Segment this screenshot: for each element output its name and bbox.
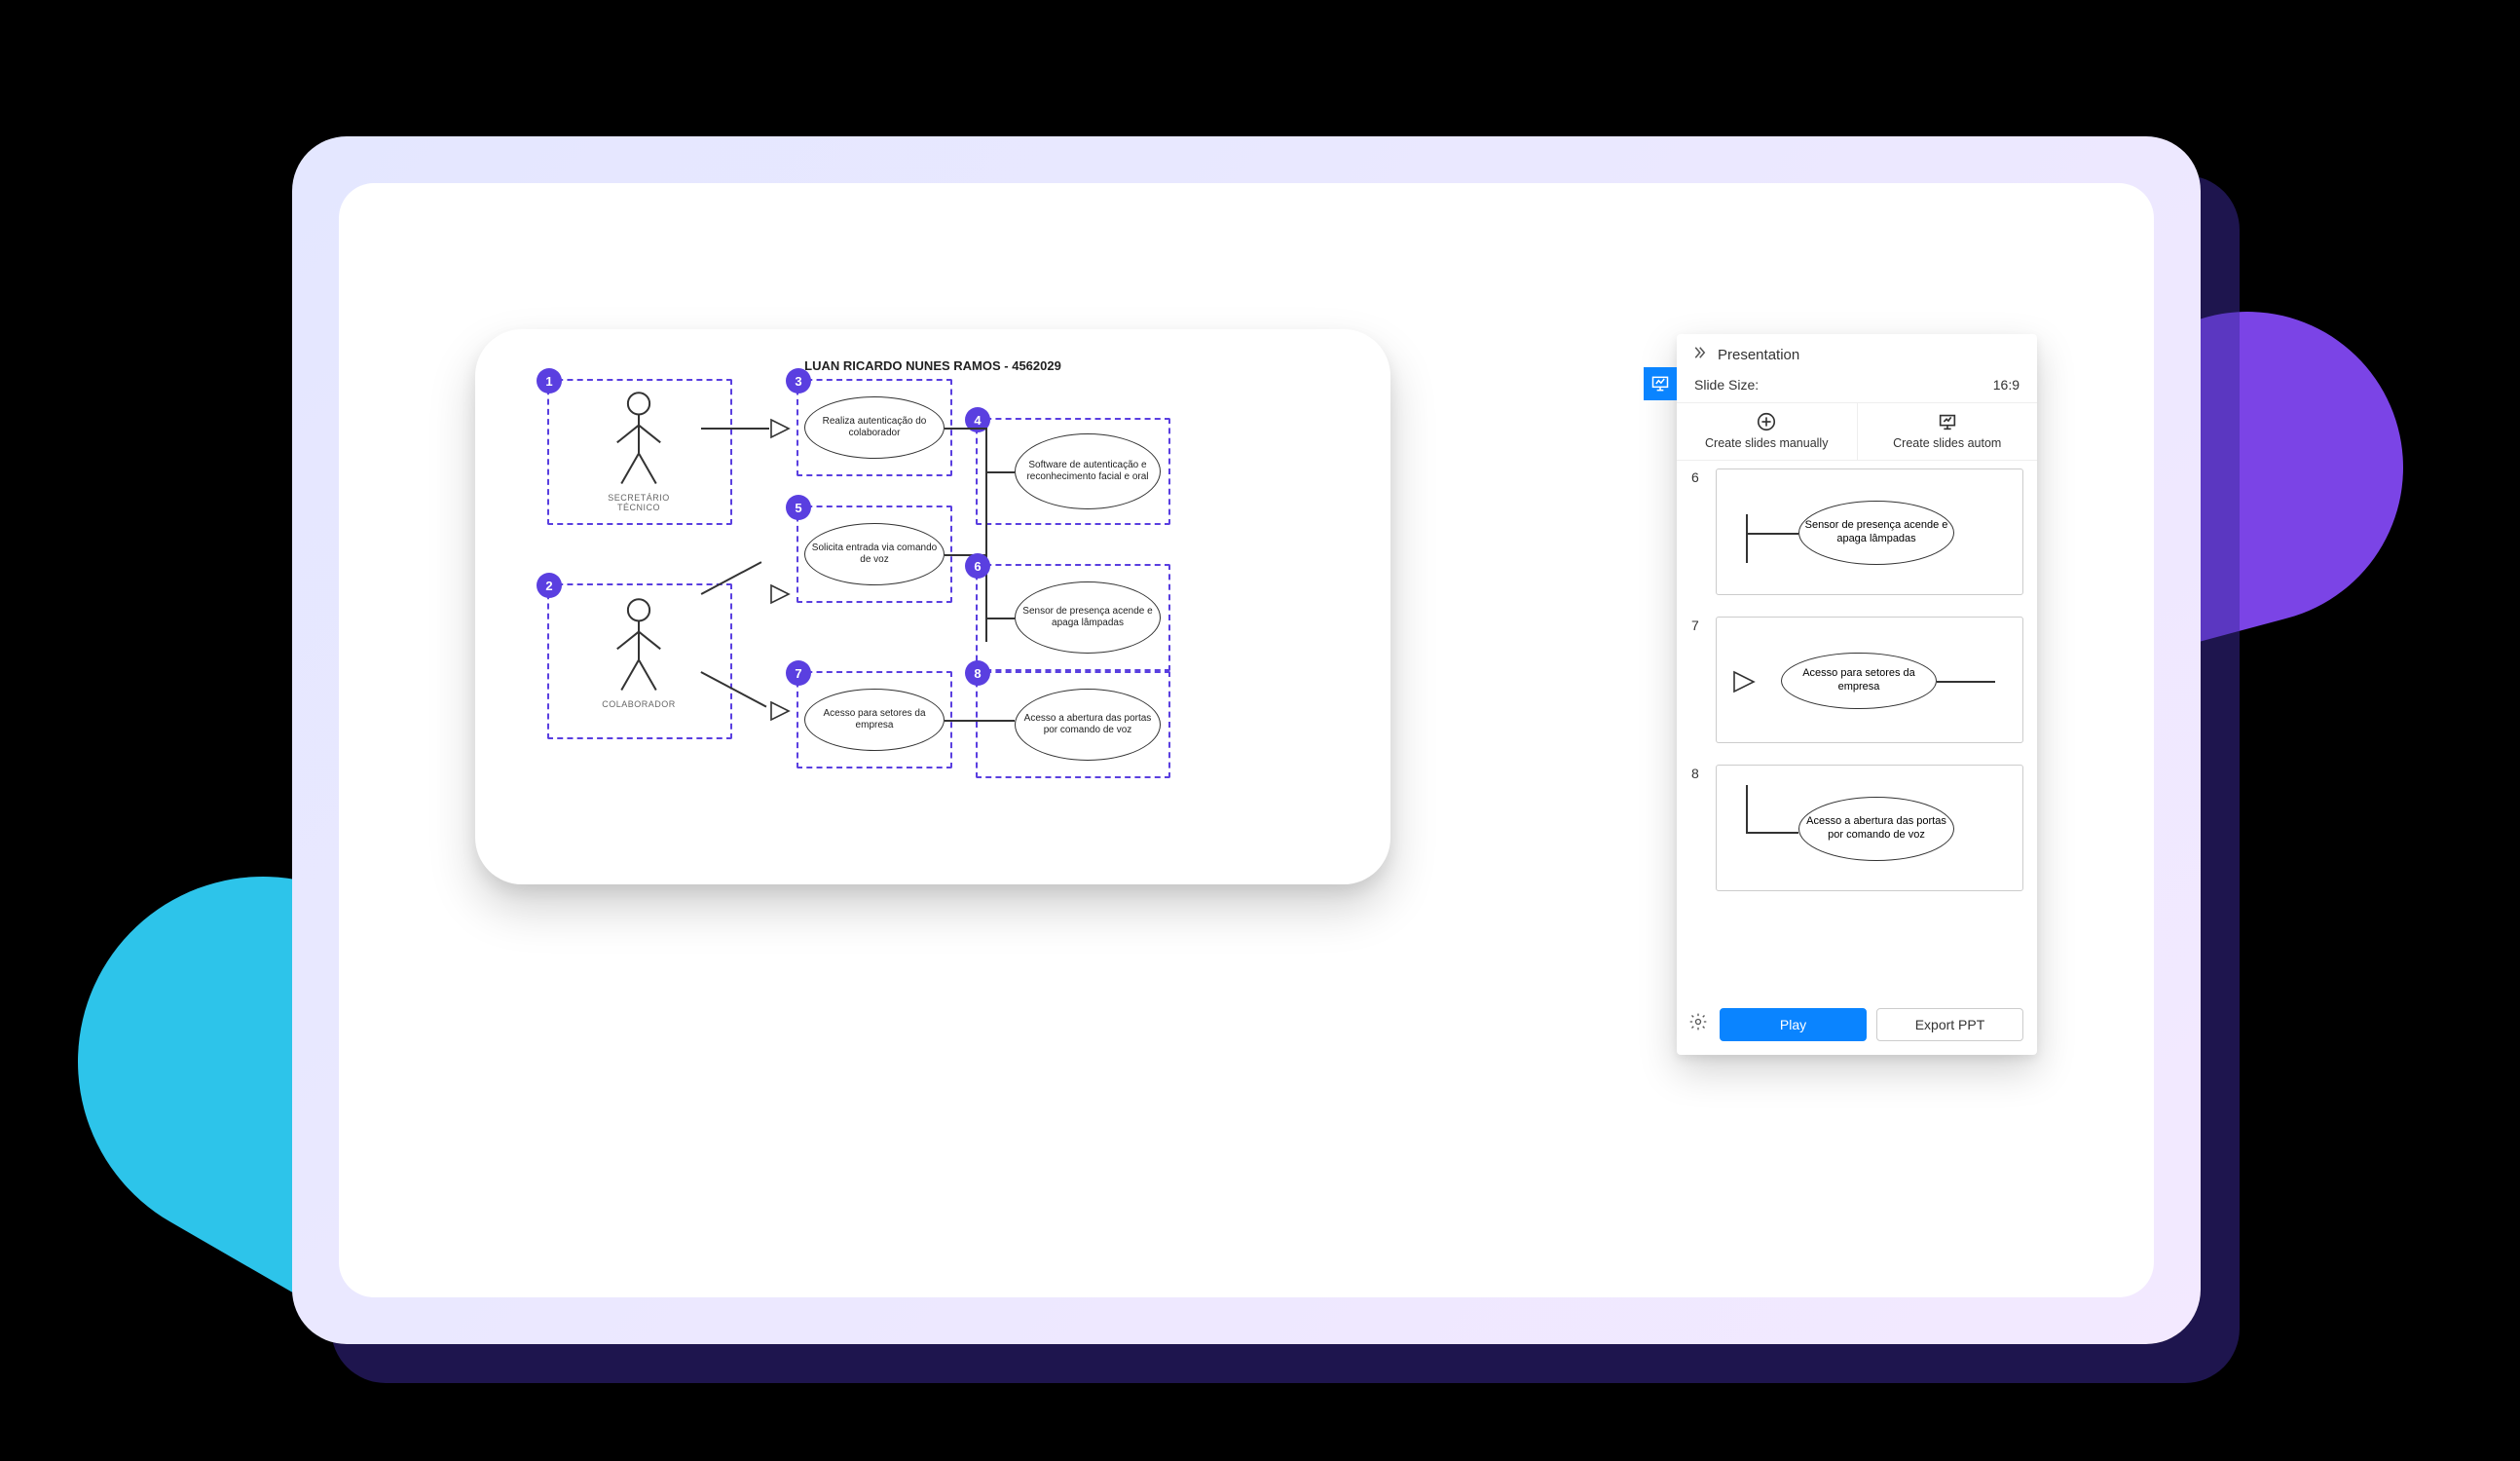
collapse-icon[interactable]: [1690, 344, 1708, 365]
auto-slides-icon: [1937, 411, 1958, 432]
slide-size-label: Slide Size:: [1694, 377, 1759, 393]
connector-3-4-v: [985, 428, 987, 471]
arrow-head-7: [769, 700, 793, 722]
presentation-panel: Presentation Slide Size: 16:9 Create sli…: [1677, 334, 2037, 1055]
thumb-node: Sensor de presença acende e apaga lâmpad…: [1798, 501, 1954, 565]
thumb-node: Acesso para setores da empresa: [1781, 653, 1937, 709]
panel-tab-presentation[interactable]: [1644, 367, 1677, 400]
selection-badge-6: 6: [965, 553, 990, 579]
panel-header: Presentation: [1677, 334, 2037, 371]
connector-3-4-h: [945, 428, 985, 430]
thumb-conn: [1746, 533, 1798, 535]
selection-badge-8: 8: [965, 660, 990, 686]
slide-thumbnails[interactable]: 6 Sensor de presença acende e apaga lâmp…: [1677, 461, 2037, 996]
slide-size-row: Slide Size: 16:9: [1677, 371, 2037, 402]
thumb-node: Acesso a abertura das portas por comando…: [1798, 797, 1954, 861]
diagram-area: 1 SECRETÁRIO TÉCNICO 3 Realiza autentica…: [508, 379, 1357, 856]
slide-size-value[interactable]: 16:9: [1993, 377, 2020, 393]
diagram-canvas[interactable]: LUAN RICARDO NUNES RAMOS - 4562029 1 SEC…: [475, 329, 1390, 884]
node-3[interactable]: Realiza autenticação do colaborador: [804, 396, 945, 459]
node-7[interactable]: Acesso para setores da empresa: [804, 689, 945, 751]
thumb-conn: [1746, 785, 1748, 832]
export-ppt-button[interactable]: Export PPT: [1876, 1008, 2023, 1041]
selection-badge-1: 1: [537, 368, 562, 393]
actor-colaborador[interactable]: COLABORADOR: [590, 597, 687, 733]
selection-badge-7: 7: [786, 660, 811, 686]
actor-label-2: COLABORADOR: [590, 699, 687, 709]
actor-label-1: SECRETÁRIO TÉCNICO: [590, 493, 687, 512]
thumb-conn: [1937, 681, 1995, 683]
arrow-head-5: [769, 583, 793, 605]
create-manual-button[interactable]: Create slides manually: [1677, 403, 1857, 460]
thumb-arrow-head: [1732, 670, 1758, 696]
thumb-conn: [1746, 514, 1748, 563]
slide-thumb-6[interactable]: 6 Sensor de presença acende e apaga lâmp…: [1716, 468, 2023, 595]
slide-thumb-7[interactable]: 7 Acesso para setores da empresa: [1716, 617, 2023, 743]
node-5[interactable]: Solicita entrada via comando de voz: [804, 523, 945, 585]
connector-7-8: [945, 720, 1015, 722]
thumb-conn: [1746, 832, 1798, 834]
arrow-head-1: [769, 418, 793, 439]
connector-3-4-h2: [985, 471, 1015, 473]
selection-badge-5: 5: [786, 495, 811, 520]
panel-actions: Create slides manually Create slides aut…: [1677, 402, 2037, 461]
presentation-icon: [1650, 374, 1670, 393]
panel-title: Presentation: [1718, 347, 1799, 363]
node-4[interactable]: Software de autenticação e reconheciment…: [1015, 433, 1161, 509]
app-screen: LUAN RICARDO NUNES RAMOS - 4562029 1 SEC…: [339, 183, 2154, 1297]
arrow-1: [701, 428, 769, 430]
node-8[interactable]: Acesso a abertura das portas por comando…: [1015, 689, 1161, 761]
node-6[interactable]: Sensor de presença acende e apaga lâmpad…: [1015, 581, 1161, 654]
selection-badge-3: 3: [786, 368, 811, 393]
create-auto-button[interactable]: Create slides autom: [1857, 403, 2038, 460]
slide-thumb-8[interactable]: 8 Acesso a abertura das portas por coman…: [1716, 765, 2023, 891]
settings-icon[interactable]: [1688, 1012, 1708, 1034]
slide-number: 6: [1691, 469, 1699, 485]
create-auto-label: Create slides autom: [1893, 436, 2001, 450]
diagram-title: LUAN RICARDO NUNES RAMOS - 4562029: [508, 358, 1357, 373]
create-manual-label: Create slides manually: [1705, 436, 1828, 450]
panel-footer: Play Export PPT: [1677, 996, 2037, 1055]
connector-6-h: [985, 618, 1015, 619]
slide-number: 7: [1691, 618, 1699, 633]
selection-badge-2: 2: [537, 573, 562, 598]
actor-secretario[interactable]: SECRETÁRIO TÉCNICO: [590, 391, 687, 527]
slide-number: 8: [1691, 766, 1699, 781]
play-button[interactable]: Play: [1720, 1008, 1867, 1041]
device-frame: LUAN RICARDO NUNES RAMOS - 4562029 1 SEC…: [292, 136, 2201, 1344]
plus-circle-icon: [1756, 411, 1777, 432]
